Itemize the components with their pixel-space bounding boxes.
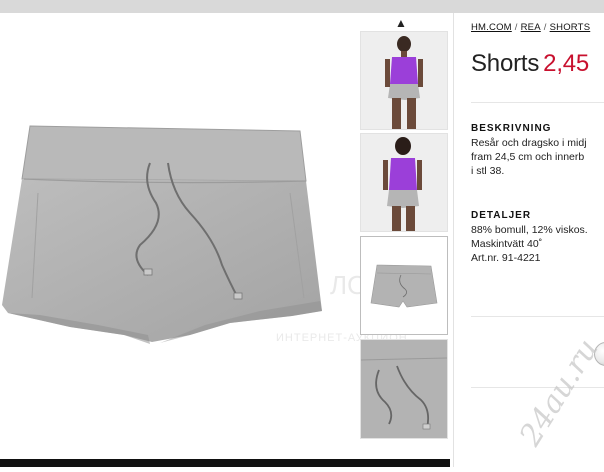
breadcrumb: HM.COM / REA / SHORTS [471,22,590,33]
description-heading: BESKRIVNING [471,123,552,134]
breadcrumb-separator: / [514,22,518,33]
column-divider [453,13,454,467]
gray-shorts-image [2,125,322,344]
chevron-up-icon[interactable]: ▲ [395,16,407,30]
thumbnail-shorts-detail[interactable] [360,339,448,439]
main-product-image[interactable] [0,13,355,467]
divider-line [471,102,604,103]
thumbnail-shorts-flat[interactable] [360,236,448,335]
thumbnail-model-back[interactable] [360,133,448,232]
divider-line [471,387,604,388]
thumbnail-column: ▲ [357,13,452,459]
product-price: 2,45 [543,50,590,77]
description-text: Resår och dragsko i midj fram 24,5 cm oc… [471,136,587,178]
details-heading: DETALJER [471,210,532,221]
details-line: 88% bomull, 12% viskos. [471,224,588,236]
bottom-dark-strip [0,459,450,467]
divider-line [471,316,604,317]
breadcrumb-link-shorts[interactable]: SHORTS [550,22,591,33]
page-title: Shorts 2,45 [471,50,589,78]
description-line: Resår och dragsko i midj [471,137,587,149]
thumbnail-model-front[interactable] [360,31,448,130]
details-text: 88% bomull, 12% viskos. Maskintvätt 40˚ … [471,223,588,265]
product-name: Shorts [471,50,540,77]
breadcrumb-link-sale[interactable]: REA [521,22,541,33]
shorts-detail-image [361,340,447,438]
description-line: i stl 38. [471,165,505,177]
model-front-image [361,32,447,129]
shorts-flat-image [361,237,447,334]
details-line: Art.nr. 91-4221 [471,252,541,264]
details-line: Maskintvätt 40˚ [471,238,543,250]
description-line: fram 24,5 cm och innerb [471,151,585,163]
model-back-image [361,134,447,231]
breadcrumb-link-home[interactable]: HM.COM [471,22,512,33]
breadcrumb-separator: / [543,22,547,33]
browser-top-bar [0,0,604,13]
